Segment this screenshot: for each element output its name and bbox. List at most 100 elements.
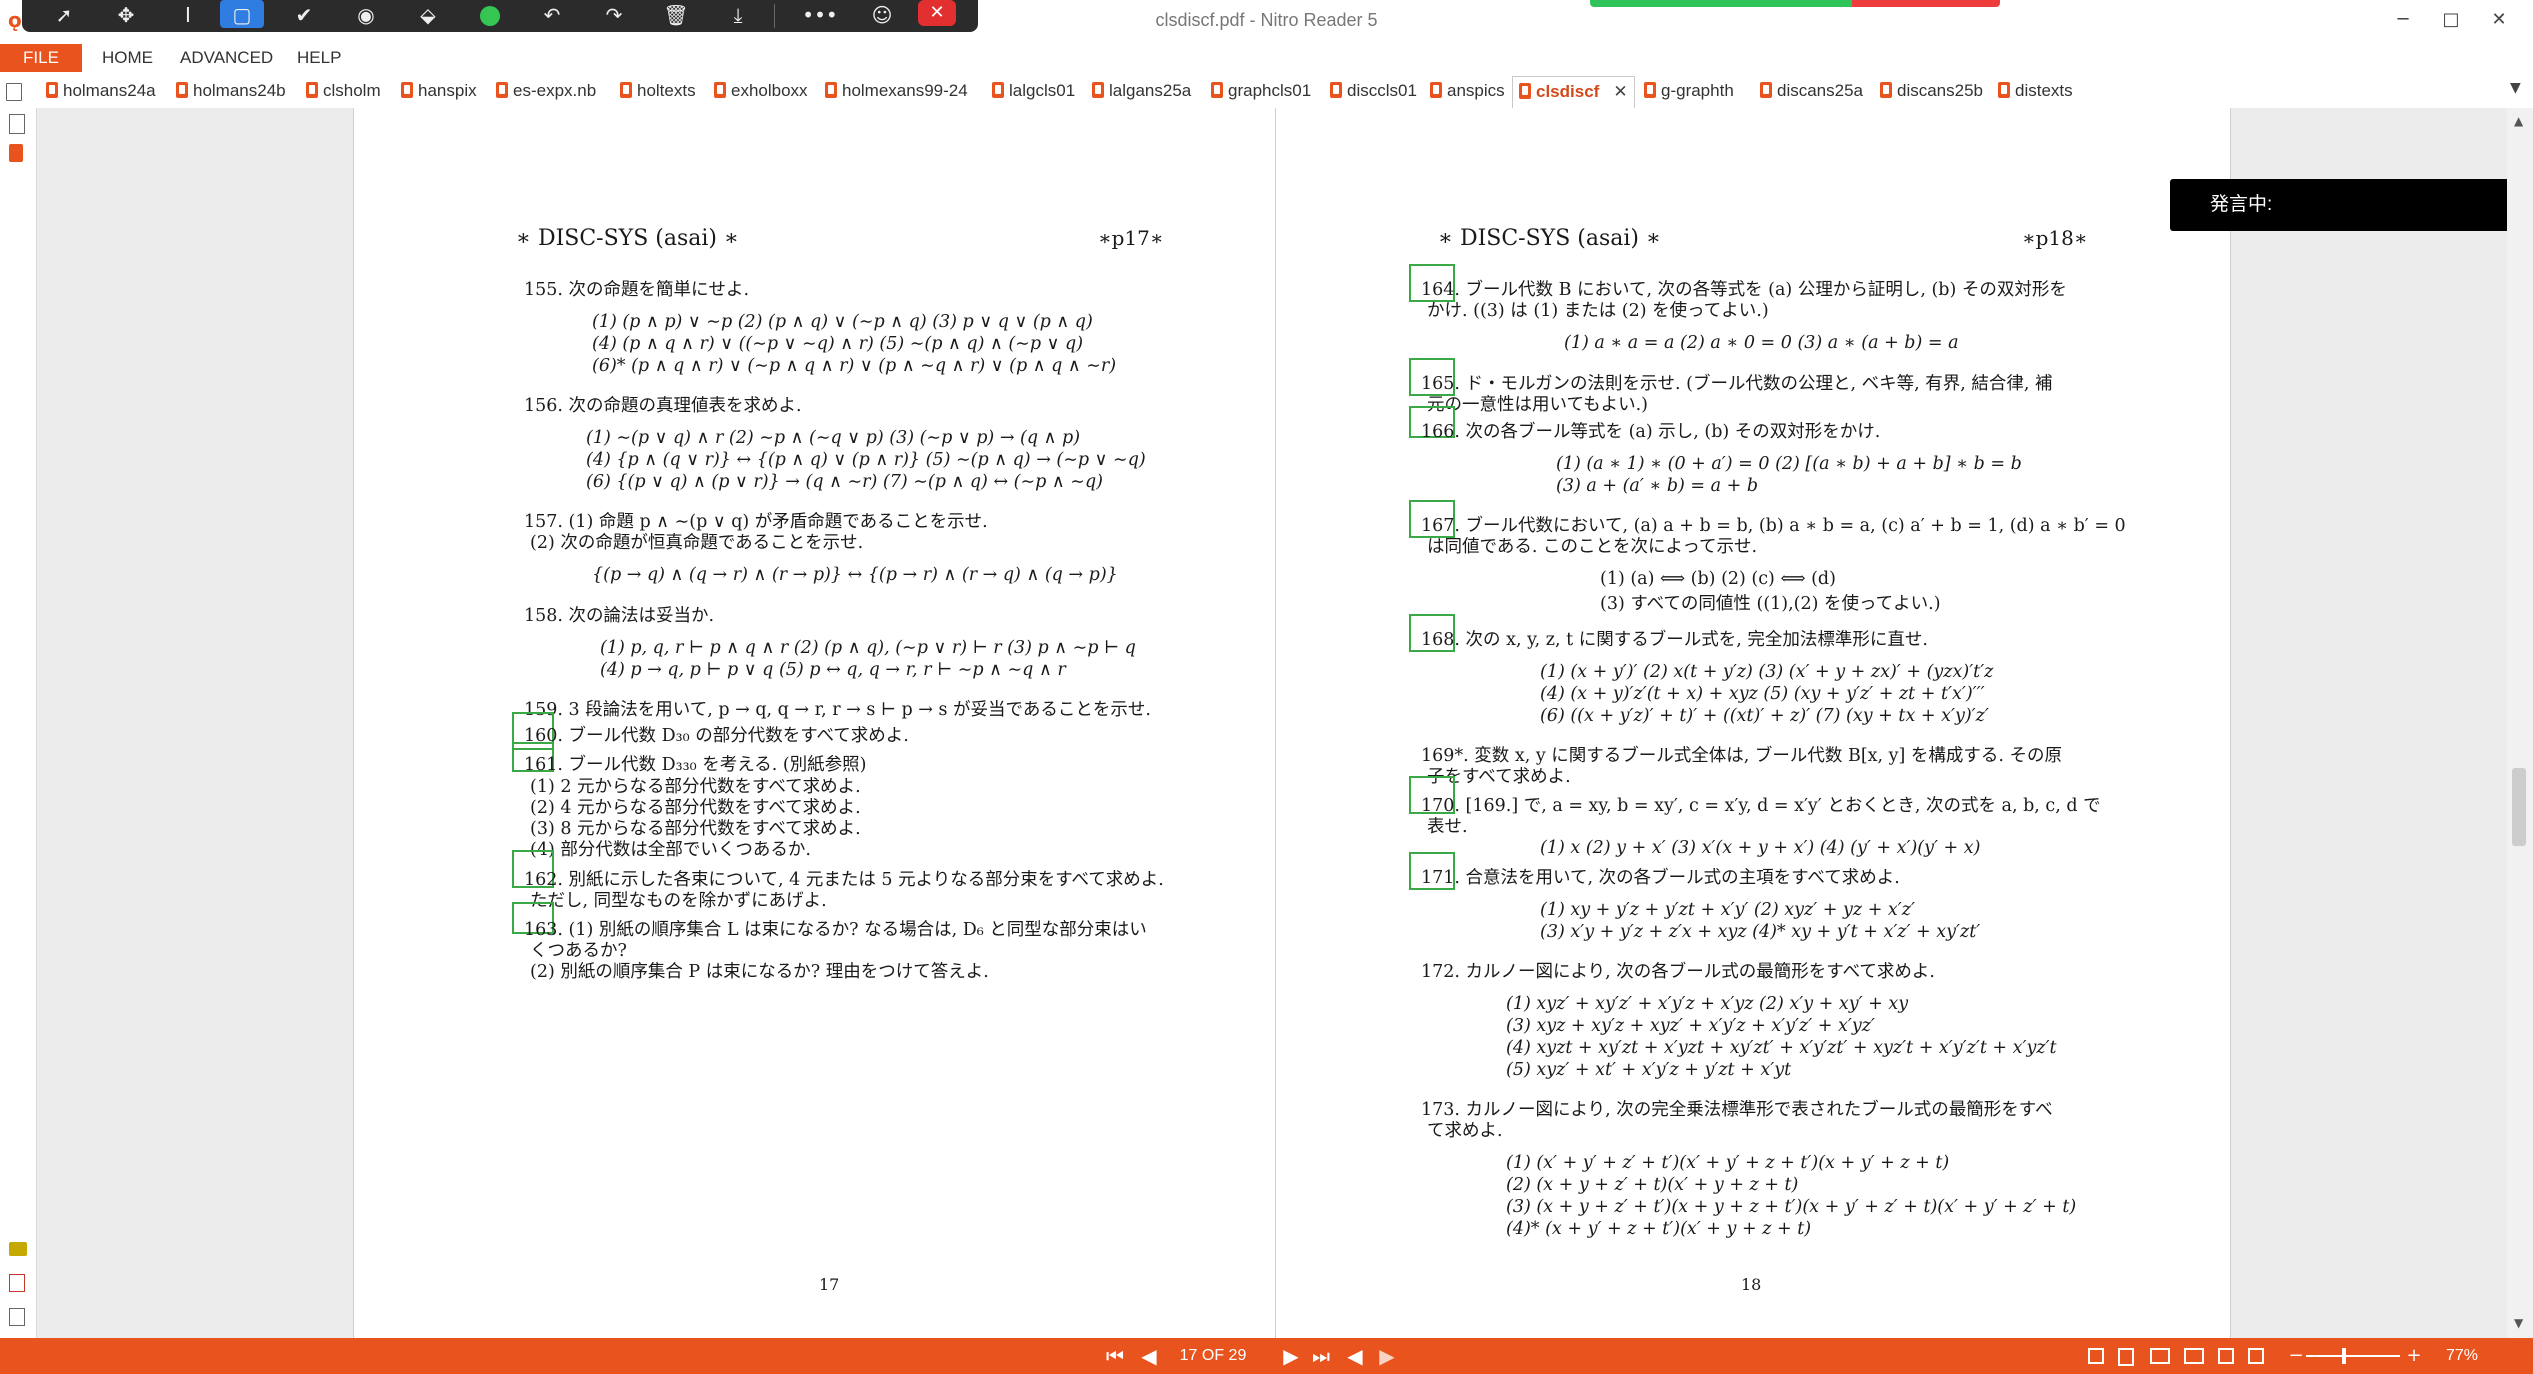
doc-tab[interactable]: holmans24a [46,78,156,104]
doc-tab[interactable]: g-graphth [1644,78,1734,104]
doc-tab[interactable]: discans25a [1760,78,1863,104]
last-page-icon[interactable]: ⏭ [1306,1338,1336,1374]
text-cursor-icon[interactable]: I [166,0,210,32]
doc-tab[interactable]: holmexans99-24 [825,78,968,104]
problem-165-cont: 元の一意性は用いてもよい.) [1427,395,1648,415]
previous-page-icon[interactable]: ◀ [1134,1338,1164,1374]
doc-tab[interactable]: holtexts [620,78,696,104]
previous-view-icon[interactable]: ◀ [1340,1338,1370,1374]
more-options-button[interactable]: ••• [798,0,842,32]
doc-tab[interactable]: anspics [1430,78,1505,104]
doc-tab[interactable]: lalgans25a [1092,78,1191,104]
formula-line: (1) (x′ + y′ + z′ + t′)(x′ + y′ + z + t′… [1506,1153,1950,1173]
minimize-button[interactable]: ─ [2380,4,2426,36]
pdf-icon [992,82,1004,98]
doc-tab[interactable]: lalgcls01 [992,78,1075,104]
next-page-icon[interactable]: ▶ [1276,1338,1306,1374]
output-icon[interactable] [9,1308,25,1326]
page-header-right: ∗p17∗ [1098,226,1164,250]
eraser-icon[interactable]: ⬙ [406,0,450,32]
green-circle-icon[interactable] [468,0,512,32]
facing-view-icon[interactable] [2150,1348,2170,1364]
doc-tab[interactable]: graphcls01 [1211,78,1311,104]
formula-line: (1) (a ∗ 1) ∗ (0 + a′) = 0 (2) [(a ∗ b) … [1556,454,2022,474]
zoom-level[interactable]: 77% [2446,1338,2478,1374]
problem-155: 155. 次の命題を簡単にせよ. [524,280,750,300]
formula-line: {(p → q) ∧ (q → r) ∧ (r → p)} ↔ {(p → r)… [592,565,1118,585]
formula-line: (1) xy + y′z + y′zt + x′y′ (2) xyz′ + yz… [1540,900,1915,920]
fit-page-icon[interactable] [2248,1348,2264,1364]
facing-continuous-view-icon[interactable] [2184,1348,2204,1364]
comments-icon[interactable] [9,1242,27,1256]
close-window-button[interactable]: ✕ [2476,4,2522,36]
download-icon[interactable]: ⤓ [716,0,760,32]
rectangle-select-icon[interactable]: ▢ [220,0,264,28]
attachments-icon[interactable] [9,1274,25,1292]
pdf-icon [1092,82,1104,98]
toolbar-close-button[interactable]: ✕ [918,0,956,26]
page-indicator[interactable]: 17 OF 29 [1168,1338,1258,1374]
pdf-icon [1330,82,1342,98]
doc-tab[interactable]: distexts [1998,78,2073,104]
speech-indicator: 発言中: [2170,179,2511,231]
doc-tab[interactable]: disccls01 [1330,78,1417,104]
doc-tab[interactable]: hanspix [401,78,477,104]
bookmarks-icon[interactable] [9,144,23,162]
fit-width-icon[interactable] [2218,1348,2234,1364]
doc-tab[interactable]: clsholm [306,78,381,104]
problem-170: 170. [169.] で, a = xy, b = xy′, c = x′y,… [1421,796,2101,816]
pdf-icon [46,82,58,98]
zoom-slider-thumb[interactable] [2342,1348,2346,1364]
toolbar-divider [774,4,775,28]
redo-icon[interactable]: ↷ [592,0,636,32]
user-settings-icon[interactable]: ☺ [860,0,904,32]
formula-line: (3) すべての同値性 ((1),(2) を使ってよい.) [1600,594,1941,614]
formula-line: (4) (p ∧ q ∧ r) ∨ ((∼p ∨ ∼q) ∧ r) (5) ∼(… [592,334,1084,354]
document-viewer[interactable]: ∗ DISC-SYS (asai) ∗ ∗p17∗ 155. 次の命題を簡単にせ… [37,108,2507,1338]
doc-tab[interactable]: discans25b [1880,78,1983,104]
maximize-button[interactable]: □ [2428,4,2474,36]
formula-line: (4) (x + y)′z′(t + x) + xyz (5) (xy + y′… [1540,684,1985,704]
scroll-up-icon[interactable]: ▲ [2514,114,2523,128]
close-tab-icon[interactable]: ✕ [1613,82,1627,101]
formula-line: (4) p → q, p ⊢ p ∨ q (5) p ↔ q, q → r, r… [600,660,1066,680]
scrollbar-thumb[interactable] [2512,768,2526,846]
trash-icon[interactable]: 🗑 [654,0,698,32]
vertical-scrollbar[interactable]: ▲ ▼ [2507,108,2533,1338]
tab-file[interactable]: FILE [0,44,82,72]
left-panel [0,108,37,1338]
document-list-icon[interactable] [6,83,22,101]
single-page-view-icon[interactable] [2088,1348,2104,1364]
tab-advanced[interactable]: ADVANCED [166,44,287,72]
select-arrow-icon[interactable]: ➚ [42,0,86,32]
pan-icon[interactable]: ✥ [104,0,148,32]
problem-166: 166. 次の各ブール等式を (a) 示し, (b) その双対形をかけ. [1421,422,1881,442]
doc-tab-active[interactable]: clsdiscf ✕ [1512,76,1635,109]
next-view-icon[interactable]: ▶ [1372,1338,1402,1374]
checkmark-icon[interactable]: ✔ [282,0,326,32]
undo-icon[interactable]: ↶ [530,0,574,32]
tab-home[interactable]: HOME [88,44,167,72]
zoom-in-button[interactable]: + [2404,1338,2424,1374]
stamp-icon[interactable]: ◉ [344,0,388,32]
continuous-view-icon[interactable] [2118,1348,2134,1366]
annotation-toolbar: ➚ ✥ I ▢ ✔ ◉ ⬙ ↶ ↷ 🗑 ⤓ ••• ☺ ✕ [22,0,978,32]
scroll-down-icon[interactable]: ▼ [2514,1316,2523,1330]
pages-icon[interactable] [9,114,25,134]
tabs-overflow-icon[interactable]: ▼ [2510,80,2521,96]
problem-173-cont: て求めよ. [1427,1121,1503,1141]
zoom-slider[interactable] [2306,1355,2400,1357]
zoom-out-button[interactable]: − [2288,1338,2304,1374]
problem-161-4: (4) 部分代数は全部でいくつあるか. [530,840,811,860]
doc-tab[interactable]: holmans24b [176,78,286,104]
formula-line: (1) (x + y′)′ (2) x(t + y′z) (3) (x′ + y… [1540,662,1994,682]
tab-help[interactable]: HELP [283,44,355,72]
problem-172: 172. カルノー図により, 次の各ブール式の最簡形をすべて求めよ. [1421,962,1935,982]
problem-158: 158. 次の論法は妥当か. [524,606,715,626]
first-page-icon[interactable]: ⏮ [1100,1338,1130,1374]
doc-tab[interactable]: es-expx.nb [496,78,596,104]
pdf-icon [401,82,413,98]
pdf-icon [1519,83,1531,99]
formula-line: (3) (x + y + z′ + t′)(x + y + z + t′)(x … [1506,1197,2077,1217]
doc-tab[interactable]: exholboxx [714,78,808,104]
